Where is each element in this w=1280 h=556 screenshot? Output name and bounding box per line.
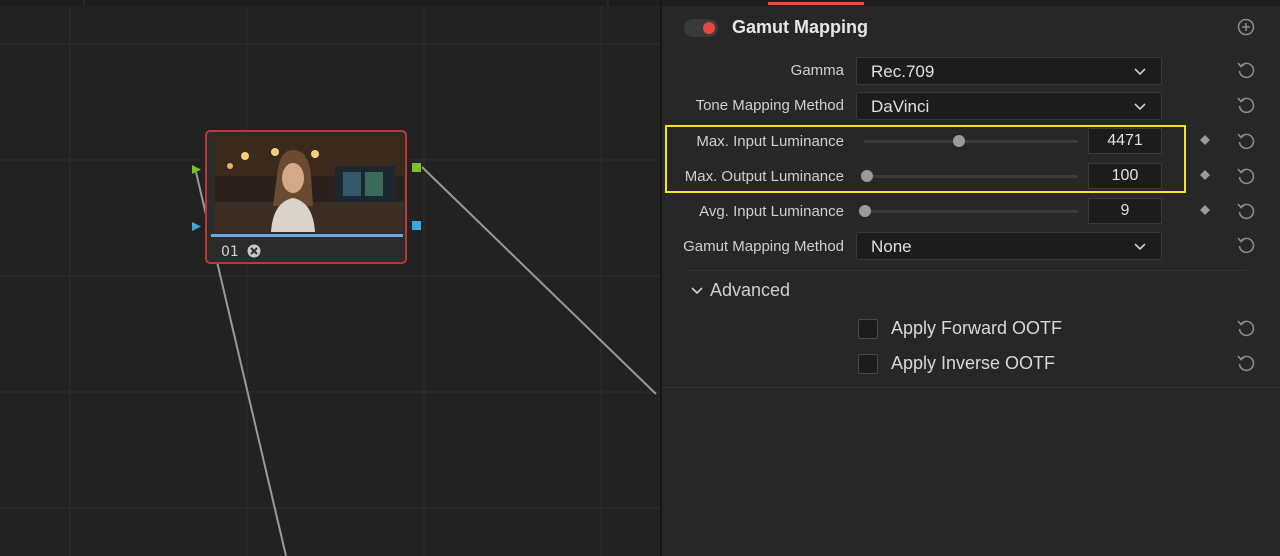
gamma-value: Rec.709	[871, 62, 935, 81]
gamut-mapping-enable-toggle[interactable]	[684, 19, 718, 37]
tone-mapping-value: DaVinci	[871, 97, 930, 116]
panel-top-bar	[662, 0, 1280, 6]
cache-icon	[247, 244, 261, 258]
avg-input-luminance-thumb[interactable]	[859, 205, 871, 217]
luminance-highlight-box	[665, 125, 1186, 193]
active-tab-indicator	[768, 2, 864, 5]
rgb-output-port[interactable]	[412, 163, 421, 172]
apply-inverse-ootf-checkbox[interactable]	[858, 354, 878, 374]
reset-icon[interactable]	[1236, 166, 1256, 186]
reset-icon[interactable]	[1236, 131, 1256, 151]
gamut-mapping-method-value: None	[871, 237, 912, 256]
reset-icon[interactable]	[1236, 318, 1256, 338]
node-graph-grid	[0, 0, 660, 556]
section-divider	[686, 270, 1246, 271]
reset-icon[interactable]	[1236, 60, 1256, 80]
keyframe-diamond-icon[interactable]	[1200, 205, 1210, 215]
color-node[interactable]: 01	[205, 130, 407, 264]
apply-forward-ootf-checkbox[interactable]	[858, 319, 878, 339]
node-thumbnail-image	[215, 136, 403, 232]
chevron-down-icon	[1134, 68, 1146, 76]
avg-input-luminance-field[interactable]: 9	[1088, 198, 1162, 224]
node-thumbnail	[215, 136, 403, 232]
connection-line-output	[421, 166, 657, 395]
inspector-panel: Gamut Mapping Gamma Rec.709 Tone Mapping…	[660, 0, 1280, 556]
avg-input-luminance-label: Avg. Input Luminance	[699, 203, 844, 220]
section-title: Gamut Mapping	[732, 17, 868, 37]
chevron-down-icon	[1134, 243, 1146, 251]
rgb-input-port-icon[interactable]	[192, 165, 201, 174]
tone-mapping-label: Tone Mapping Method	[695, 97, 844, 114]
gamma-dropdown[interactable]: Rec.709	[856, 57, 1162, 85]
gamut-mapping-method-label: Gamut Mapping Method	[683, 238, 844, 255]
add-reset-icon[interactable]	[1236, 17, 1256, 37]
node-progress-bar	[211, 234, 403, 237]
key-output-port[interactable]	[412, 221, 421, 230]
node-number: 01	[221, 244, 239, 260]
keyframe-diamond-icon[interactable]	[1200, 135, 1210, 145]
reset-icon[interactable]	[1236, 235, 1256, 255]
key-input-port-icon[interactable]	[192, 222, 201, 231]
apply-forward-ootf-label[interactable]: Apply Forward OOTF	[891, 318, 1062, 339]
tone-mapping-dropdown[interactable]: DaVinci	[856, 92, 1162, 120]
apply-inverse-ootf-label[interactable]: Apply Inverse OOTF	[891, 353, 1055, 374]
keyframe-diamond-icon[interactable]	[1200, 170, 1210, 180]
chevron-down-icon[interactable]	[690, 284, 704, 298]
reset-icon[interactable]	[1236, 201, 1256, 221]
section-divider	[662, 387, 1280, 388]
reset-icon[interactable]	[1236, 95, 1256, 115]
node-graph-area[interactable]: 01	[0, 0, 660, 556]
gamut-mapping-method-dropdown[interactable]: None	[856, 232, 1162, 260]
gamma-label: Gamma	[790, 62, 844, 79]
chevron-down-icon	[1134, 103, 1146, 111]
avg-input-luminance-slider[interactable]	[864, 210, 1078, 213]
advanced-section-toggle[interactable]: Advanced	[710, 280, 790, 301]
toggle-dot	[703, 22, 715, 34]
reset-icon[interactable]	[1236, 353, 1256, 373]
